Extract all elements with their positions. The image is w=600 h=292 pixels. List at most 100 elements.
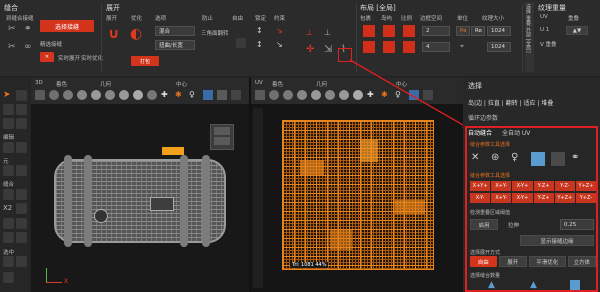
lock-icon[interactable]: ⌖ <box>460 42 470 52</box>
unit-field[interactable]: Re <box>471 26 485 36</box>
shading-icon[interactable] <box>325 90 335 100</box>
bulb-icon[interactable]: ♀ <box>189 90 199 100</box>
cut-button[interactable]: ✕ <box>40 52 54 62</box>
unwrap-icon[interactable]: ∪ <box>108 26 124 44</box>
cursor-icon[interactable]: ➤ <box>3 90 14 101</box>
ribbon-item[interactable]: 约束 <box>274 14 285 22</box>
tab-auto-uv[interactable]: 全自动 UV <box>502 128 530 137</box>
mesh-model[interactable] <box>50 147 230 247</box>
mode-button[interactable]: 自由 <box>470 256 497 267</box>
ribbon-item[interactable]: U 1 <box>540 27 549 33</box>
scissors-icon[interactable]: ✂ <box>8 42 20 52</box>
magnet-icon[interactable] <box>3 218 14 229</box>
pack-grid-icon[interactable] <box>403 41 415 53</box>
scissors-icon[interactable]: ✂ <box>8 24 20 34</box>
distortion-dropdown[interactable]: 扭曲/长宽 <box>155 40 195 50</box>
axis-button[interactable]: X-Y- <box>470 193 491 203</box>
axis-button[interactable]: X+Y- <box>491 181 512 191</box>
pin-icon[interactable]: ⊥ <box>324 28 334 38</box>
axis-button[interactable]: X-Y+ <box>512 181 533 191</box>
stepper[interactable]: ▲▼ <box>566 26 588 35</box>
ribbon-item[interactable]: 实时展开 <box>58 54 80 62</box>
ribbon-item[interactable]: 锁定 <box>255 14 266 22</box>
shading-icon[interactable] <box>119 90 129 100</box>
bucket-icon[interactable] <box>3 256 14 267</box>
play-icon[interactable]: ▲ <box>530 280 540 290</box>
pack-grid-icon[interactable] <box>363 25 375 37</box>
axis-button[interactable]: Y-Z+ <box>533 181 554 191</box>
light-icon[interactable]: ✚ <box>161 90 171 100</box>
method-dropdown[interactable]: 混合 <box>155 26 195 36</box>
nav-cube-face[interactable] <box>222 137 230 145</box>
light-icon[interactable]: ✱ <box>175 90 185 100</box>
cube-icon[interactable] <box>531 152 545 166</box>
shading-icon[interactable] <box>63 90 73 100</box>
shading-icon[interactable] <box>147 90 157 100</box>
shading-icon[interactable] <box>105 90 115 100</box>
ribbon-item[interactable]: 自由 <box>232 14 243 22</box>
nav-cube-face[interactable] <box>214 127 222 135</box>
ribbon-item[interactable]: 纹理大小 <box>482 14 504 22</box>
grid-icon[interactable] <box>231 90 241 100</box>
link-icon[interactable]: ⚭ <box>571 152 585 166</box>
select-box-icon[interactable] <box>16 90 27 101</box>
ribbon-item[interactable]: 岛屿 <box>381 14 392 22</box>
weld-icon[interactable] <box>16 189 27 200</box>
shading-icon[interactable] <box>35 90 45 100</box>
pack-grid-icon[interactable] <box>363 41 375 53</box>
vertical-tab-overlap[interactable]: 选择 重叠 外部 [全局] <box>525 2 534 72</box>
cut-mode-icon[interactable]: ✕ <box>471 152 485 166</box>
stack-icon[interactable] <box>236 38 246 48</box>
ribbon-item[interactable]: 优化 <box>131 14 142 22</box>
constraint-icon[interactable]: ↘ <box>276 40 286 50</box>
viewport-shading-buttons[interactable]: ✚ ✱ ♀ <box>35 90 245 101</box>
shading-icon[interactable] <box>217 90 227 100</box>
ribbon-item[interactable]: 单位 <box>457 14 468 22</box>
play-icon[interactable]: ▲ <box>488 280 498 290</box>
ribbon-item[interactable]: V 重叠 <box>540 40 557 48</box>
ribbon-item[interactable]: 实时优化 <box>81 54 103 62</box>
spacing-field[interactable]: 4 <box>422 42 450 52</box>
display-seam-button[interactable]: 显示接缝边缘 <box>520 235 594 246</box>
shading-icon[interactable] <box>49 90 59 100</box>
mode-button[interactable]: 立方体 <box>567 256 597 267</box>
seam-icon[interactable] <box>3 189 14 200</box>
move-icon[interactable] <box>3 104 14 115</box>
grid-icon[interactable] <box>16 203 27 214</box>
texture-size-field[interactable]: 1024 <box>487 26 511 36</box>
shading-icon[interactable] <box>269 90 279 100</box>
shading-icon[interactable] <box>91 90 101 100</box>
face-icon[interactable] <box>16 142 27 153</box>
ribbon-item[interactable]: 选项 <box>155 14 166 22</box>
cross-icon[interactable]: ✛ <box>306 44 318 56</box>
axis-button[interactable]: Y+Z- <box>575 193 597 203</box>
axis-button[interactable]: Y+Z+ <box>554 193 575 203</box>
eye-icon[interactable] <box>16 218 27 229</box>
ribbon-item[interactable]: 展开 <box>106 14 117 22</box>
unit-field[interactable]: Pa <box>456 26 470 36</box>
pack-grid-icon[interactable] <box>403 25 415 37</box>
spread-icon[interactable]: ⊛ <box>491 152 505 166</box>
axis-button[interactable]: Y-Z- <box>554 181 575 191</box>
triangle-flip-option[interactable]: 三角面翻转 <box>201 29 229 37</box>
ribbon-item[interactable]: UV <box>540 14 548 20</box>
axis-button[interactable]: Y-Z+ <box>533 193 554 203</box>
axis-button[interactable]: X+Y+ <box>470 181 491 191</box>
ribbon-item[interactable]: 包裹 <box>360 14 371 22</box>
ribbon-item[interactable]: 边框空间 <box>420 14 442 22</box>
margin-field[interactable]: 2 <box>422 26 450 36</box>
arrow-icon[interactable]: ⇲ <box>324 44 336 56</box>
ribbon-item[interactable]: 防止 <box>202 14 213 22</box>
texture-size-field[interactable]: 1024 <box>487 42 511 52</box>
shading-icon[interactable] <box>297 90 307 100</box>
tab-auto-seam[interactable]: 自动缝合 <box>468 128 492 137</box>
tolerance-input[interactable]: 0.25 <box>560 219 594 230</box>
shading-icon[interactable] <box>133 90 143 100</box>
shading-icon[interactable] <box>255 90 265 100</box>
axis-button[interactable]: X+Y- <box>491 193 512 203</box>
nav-cube-face[interactable] <box>222 127 230 135</box>
select-seam-button[interactable]: 选择接缝 <box>40 20 94 32</box>
ribbon-item[interactable]: 重叠 <box>568 14 579 22</box>
shading-icon[interactable] <box>283 90 293 100</box>
constraint-icon[interactable]: ↘ <box>276 26 286 36</box>
